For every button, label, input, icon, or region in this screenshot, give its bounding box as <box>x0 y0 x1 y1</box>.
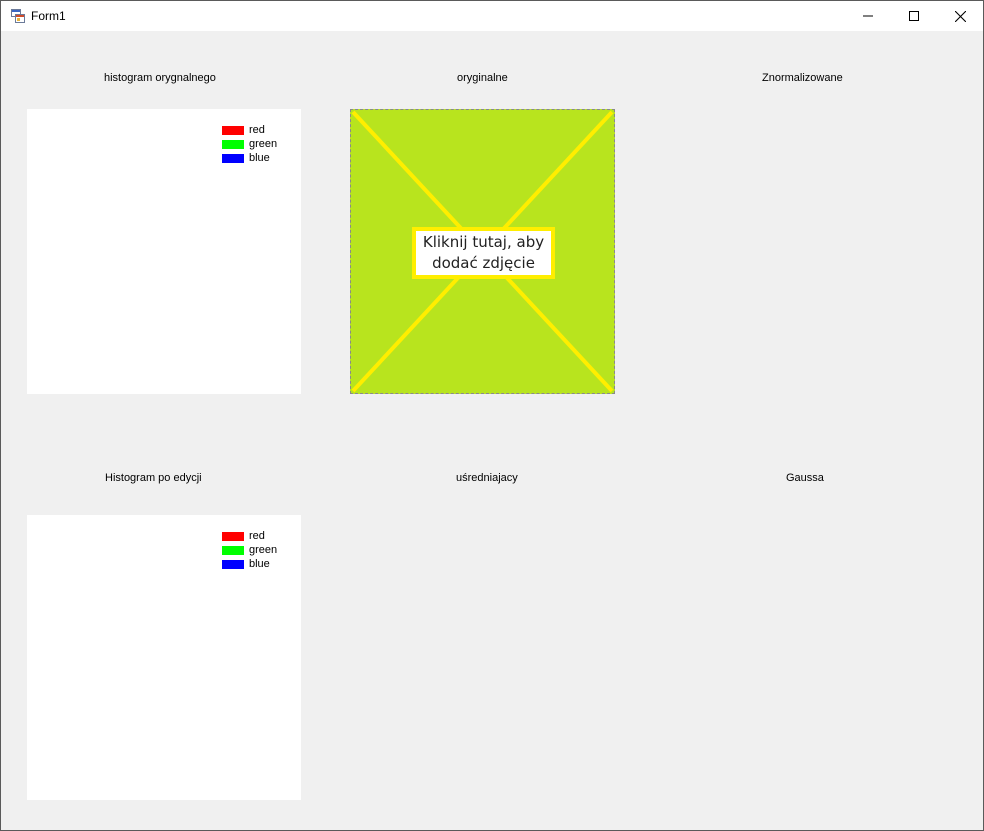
label-hist-edited: Histogram po edycji <box>105 472 202 484</box>
label-hist-original: histogram orygnalnego <box>104 72 216 84</box>
label-averaging: uśredniajacy <box>456 472 518 484</box>
app-icon[interactable] <box>11 9 25 23</box>
legend-item-green: green <box>222 543 277 557</box>
legend-label-red: red <box>249 124 265 136</box>
legend-label-blue: blue <box>249 558 270 570</box>
close-icon <box>954 10 966 22</box>
minimize-button[interactable] <box>845 1 891 31</box>
close-button[interactable] <box>937 1 983 31</box>
histogram-original-chart[interactable]: red green blue <box>27 109 301 394</box>
legend-label-green: green <box>249 544 278 556</box>
label-normalized: Znormalizowane <box>762 72 843 84</box>
label-original: oryginalne <box>457 72 508 84</box>
minimize-icon <box>863 15 873 17</box>
original-picture-box[interactable]: Kliknij tutaj, aby dodać zdjęcie <box>350 109 615 394</box>
legend-swatch-blue <box>222 559 244 569</box>
legend-item-red: red <box>222 123 277 137</box>
maximize-icon <box>909 11 919 21</box>
main-window: Form1 histogram orygnalnego oryginalne Z… <box>0 0 984 831</box>
maximize-button[interactable] <box>891 1 937 31</box>
title-bar[interactable]: Form1 <box>1 1 983 31</box>
legend-label-green: green <box>249 138 278 150</box>
add-image-prompt[interactable]: Kliknij tutaj, aby dodać zdjęcie <box>412 227 555 279</box>
histogram-edited-chart[interactable]: red green blue <box>27 515 301 800</box>
histogram-original-legend: red green blue <box>222 123 277 165</box>
legend-swatch-red <box>222 531 244 541</box>
legend-item-red: red <box>222 529 277 543</box>
histogram-edited-legend: red green blue <box>222 529 277 571</box>
window-title: Form1 <box>31 9 66 23</box>
legend-swatch-green <box>222 139 244 149</box>
legend-swatch-red <box>222 125 244 135</box>
legend-label-blue: blue <box>249 152 270 164</box>
legend-item-green: green <box>222 137 277 151</box>
legend-label-red: red <box>249 530 265 542</box>
legend-item-blue: blue <box>222 151 277 165</box>
label-gauss: Gaussa <box>786 472 824 484</box>
legend-swatch-green <box>222 545 244 555</box>
legend-item-blue: blue <box>222 557 277 571</box>
legend-swatch-blue <box>222 153 244 163</box>
